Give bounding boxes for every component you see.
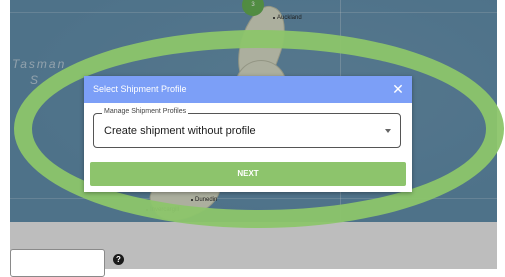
- next-button[interactable]: NEXT: [90, 162, 406, 186]
- selected-profile-value: Create shipment without profile: [104, 125, 256, 137]
- dialog-title: Select Shipment Profile: [93, 84, 187, 94]
- select-shipment-profile-dialog: Select Shipment Profile ✕ Manage Shipmen…: [84, 76, 412, 192]
- chevron-down-icon: [385, 129, 391, 133]
- shipment-profile-select[interactable]: Manage Shipment Profiles Create shipment…: [93, 108, 401, 148]
- bottom-input-field[interactable]: [10, 249, 105, 277]
- bottom-panel: ?: [10, 222, 497, 277]
- dialog-header: Select Shipment Profile ✕: [84, 76, 412, 103]
- help-icon[interactable]: ?: [113, 254, 124, 265]
- field-label: Manage Shipment Profiles: [102, 108, 189, 115]
- close-icon[interactable]: ✕: [389, 80, 407, 98]
